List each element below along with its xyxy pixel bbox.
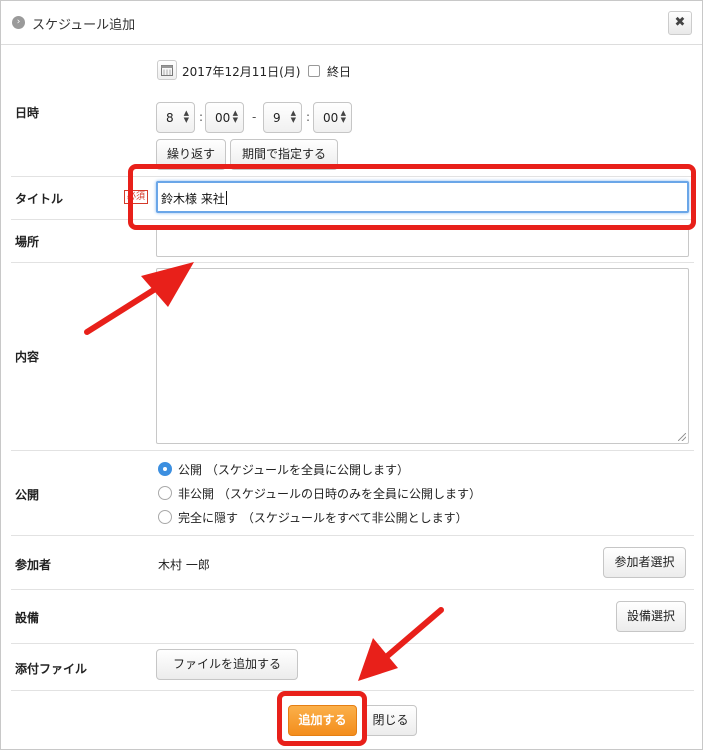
start-hour-select[interactable]: 8 ▲ ▼ — [156, 102, 195, 133]
required-badge: 必須 — [124, 190, 148, 204]
all-day-checkbox[interactable] — [308, 65, 320, 77]
radio-hidden[interactable] — [158, 510, 172, 524]
period-button[interactable]: 期間で指定する — [230, 139, 338, 170]
dialog-title: スケジュール追加 — [32, 18, 136, 33]
start-minute-select[interactable]: 00 ▲ ▼ — [205, 102, 244, 133]
radio-private[interactable] — [158, 486, 172, 500]
end-minute-select[interactable]: 00 ▲ ▼ — [313, 102, 352, 133]
divider — [11, 262, 694, 263]
title-label: タイトル — [15, 192, 64, 206]
place-input[interactable] — [156, 225, 689, 257]
datetime-label: 日時 — [15, 106, 40, 120]
participants-label: 参加者 — [15, 558, 52, 572]
participant-name: 木村 一郎 — [158, 558, 210, 572]
place-label: 場所 — [15, 235, 40, 249]
add-file-button[interactable]: ファイルを追加する — [156, 649, 298, 680]
updown-arrows-icon: ▲ ▼ — [290, 109, 296, 124]
schedule-add-dialog: › スケジュール追加 ✖ 日時 2017年12月11日(月) 終日 8 ▲ ▼ :… — [0, 0, 703, 750]
equipment-label: 設備 — [15, 611, 40, 625]
add-button[interactable]: 追加する — [288, 705, 357, 736]
start-minute-value: 00 — [215, 111, 231, 125]
content-textarea[interactable] — [156, 268, 689, 444]
time-dash: - — [252, 110, 257, 124]
resize-handle-icon[interactable] — [678, 433, 686, 441]
text-caret — [225, 191, 227, 205]
divider — [11, 589, 694, 590]
calendar-icon[interactable] — [157, 60, 177, 80]
start-hour-value: 8 — [166, 111, 174, 125]
repeat-button[interactable]: 繰り返す — [156, 139, 226, 170]
content-label: 内容 — [15, 350, 40, 364]
attachments-label: 添付ファイル — [15, 662, 88, 676]
updown-arrows-icon: ▲ ▼ — [183, 109, 189, 124]
dialog-titlebar: › スケジュール追加 ✖ — [1, 1, 702, 45]
divider — [11, 176, 694, 177]
divider — [11, 450, 694, 451]
participant-select-button[interactable]: 参加者選択 — [603, 547, 686, 578]
divider — [11, 690, 694, 691]
radio-private-label[interactable]: 非公開 （スケジュールの日時のみを全員に公開します） — [178, 485, 481, 502]
all-day-label: 終日 — [327, 65, 352, 79]
end-minute-value: 00 — [323, 111, 339, 125]
date-value[interactable]: 2017年12月11日(月) — [182, 63, 300, 80]
time-colon: : — [199, 110, 204, 124]
divider — [11, 219, 694, 220]
title-input-value: 鈴木様 来社 — [161, 192, 225, 206]
equipment-select-button[interactable]: 設備選択 — [616, 601, 686, 632]
radio-public[interactable] — [158, 462, 172, 476]
radio-hidden-label[interactable]: 完全に隠す （スケジュールをすべて非公開とします） — [178, 509, 468, 526]
divider — [11, 535, 694, 536]
close-icon[interactable]: ✖ — [668, 11, 692, 35]
end-hour-value: 9 — [273, 111, 281, 125]
divider — [11, 643, 694, 644]
radio-public-label[interactable]: 公開 （スケジュールを全員に公開します） — [178, 461, 409, 478]
publish-label: 公開 — [15, 488, 40, 502]
chevron-right-icon: › — [12, 16, 25, 29]
updown-arrows-icon: ▲ ▼ — [232, 109, 238, 124]
close-button[interactable]: 閉じる — [364, 705, 417, 736]
time-colon: : — [306, 110, 311, 124]
title-input[interactable]: 鈴木様 来社 — [156, 181, 689, 213]
updown-arrows-icon: ▲ ▼ — [340, 109, 346, 124]
end-hour-select[interactable]: 9 ▲ ▼ — [263, 102, 302, 133]
